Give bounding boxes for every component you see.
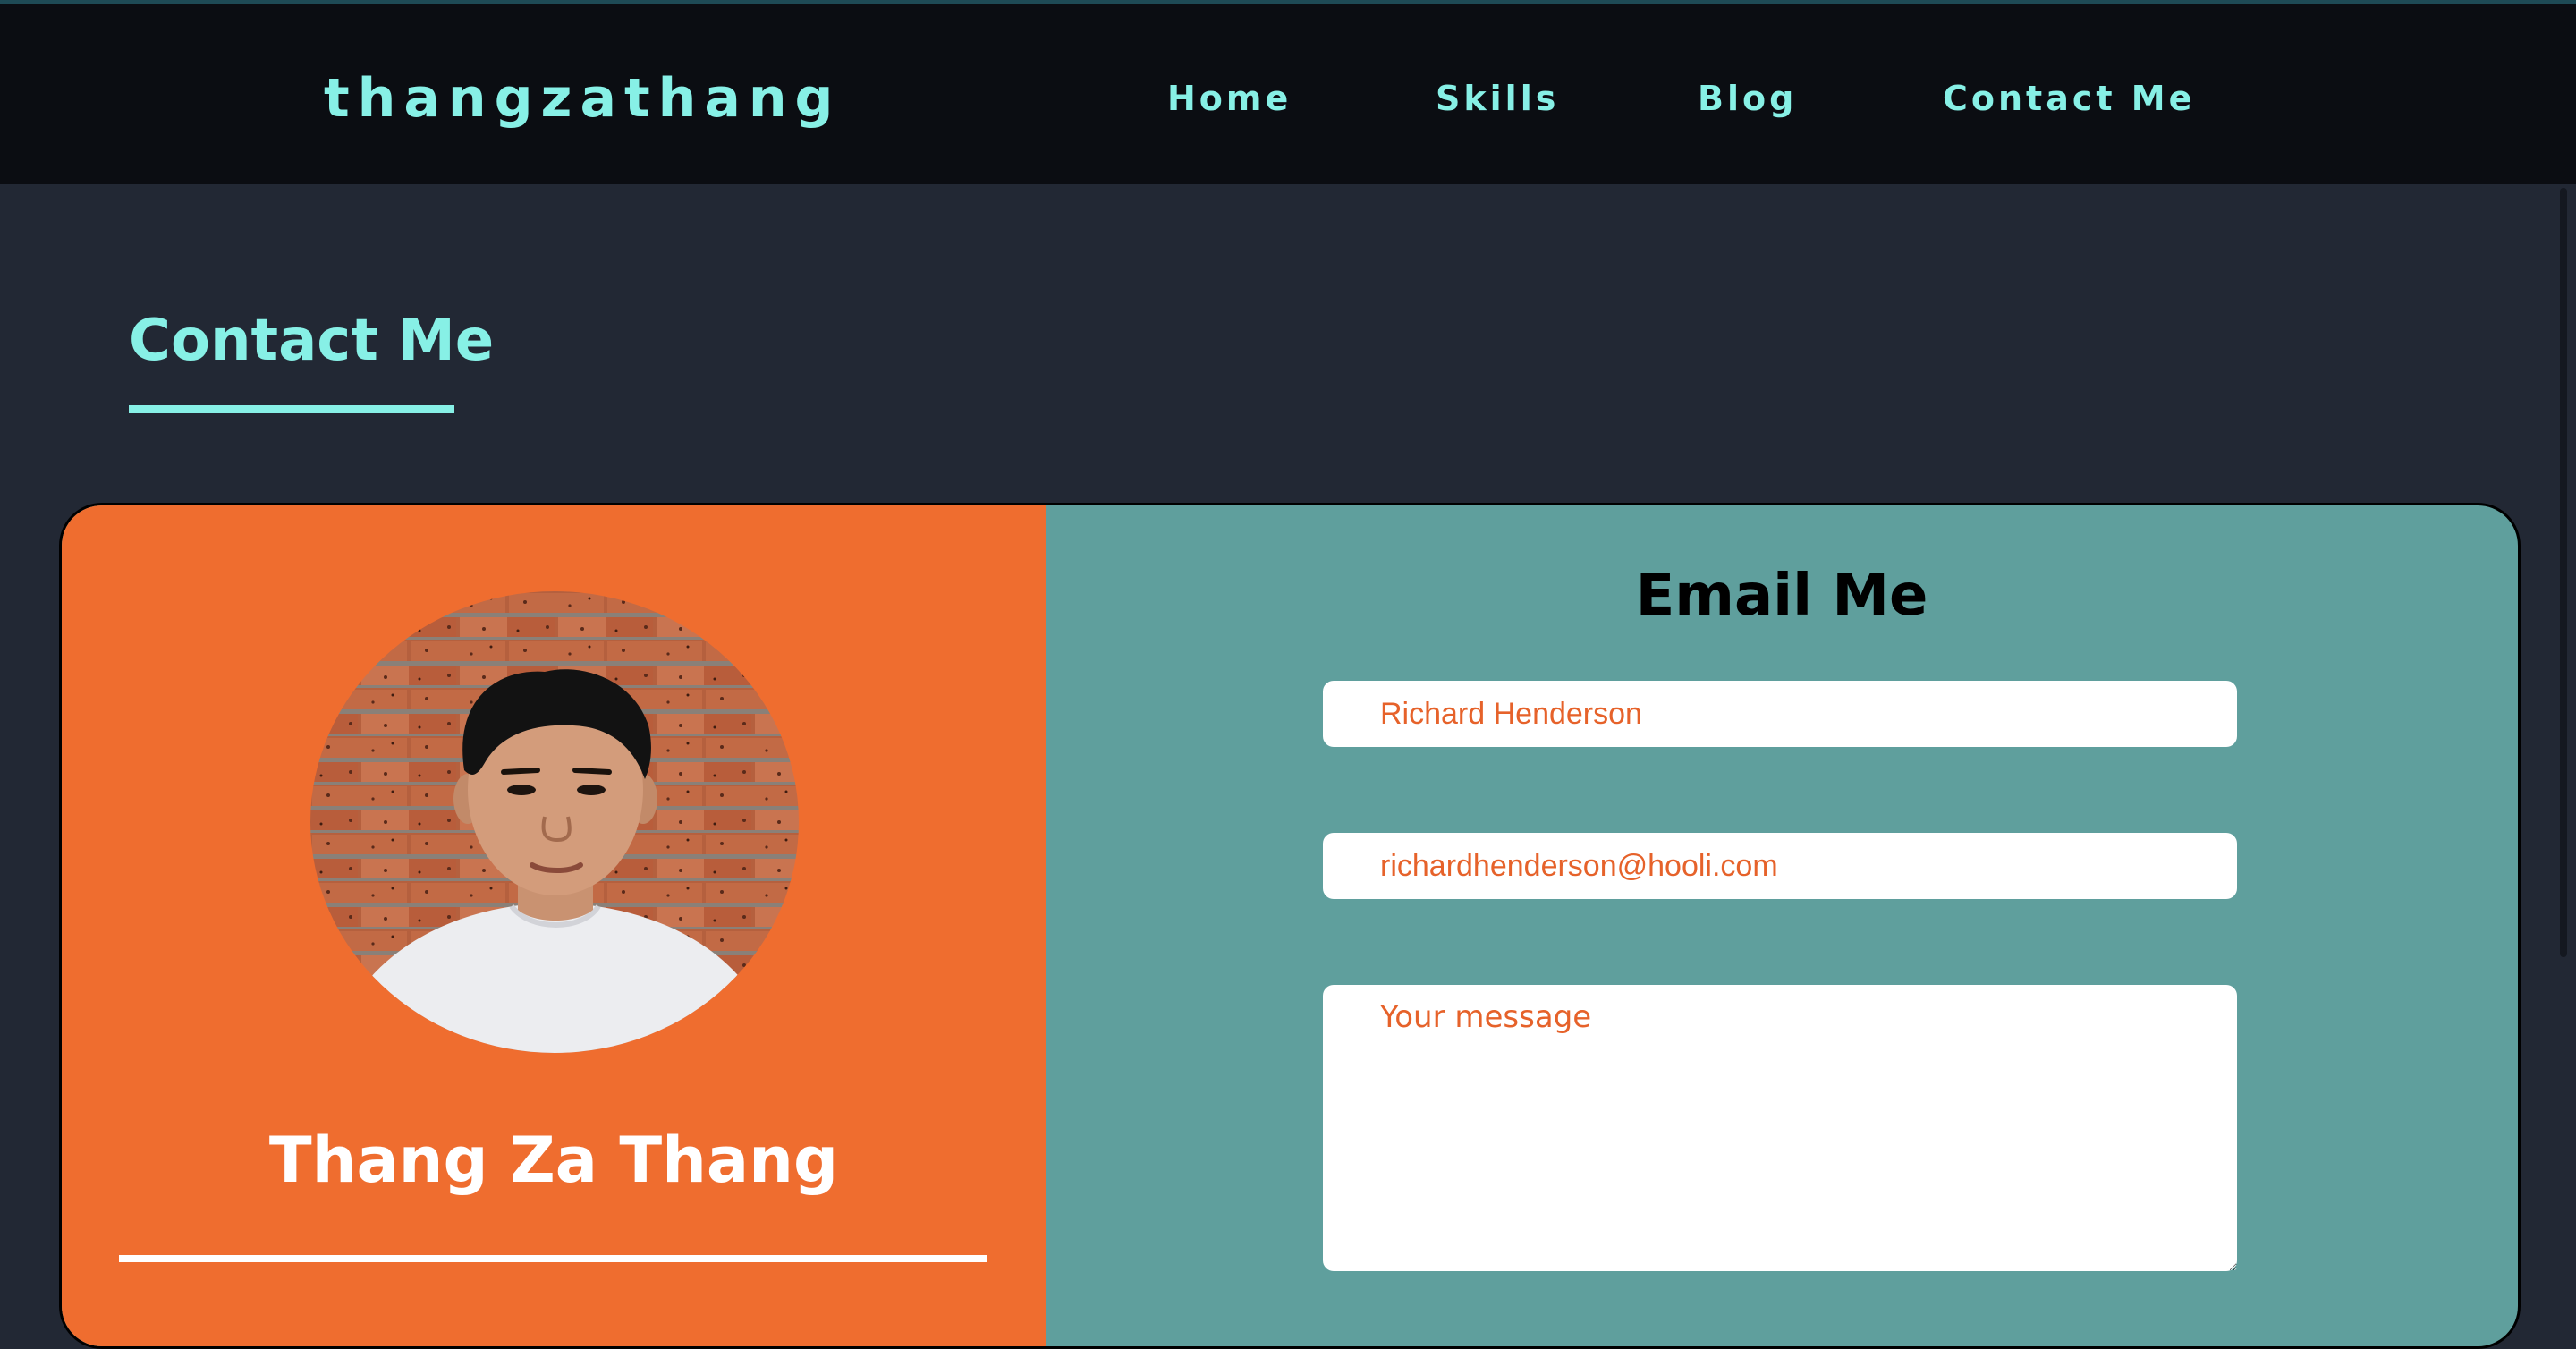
name-underline bbox=[119, 1255, 987, 1262]
message-textarea[interactable] bbox=[1323, 985, 2237, 1271]
profile-photo-icon bbox=[310, 591, 799, 1053]
avatar bbox=[310, 591, 799, 1053]
profile-panel: Thang Za Thang bbox=[62, 505, 1046, 1346]
title-underline bbox=[129, 405, 454, 413]
nav-link-contact[interactable]: Contact Me bbox=[1943, 75, 2195, 122]
scrollbar-thumb[interactable] bbox=[2560, 188, 2567, 957]
contact-card: Thang Za Thang Email Me bbox=[59, 503, 2521, 1349]
page-title: Contact Me bbox=[129, 308, 495, 374]
email-input[interactable] bbox=[1323, 833, 2237, 899]
profile-name: Thang Za Thang bbox=[268, 1124, 839, 1197]
nav-link-skills[interactable]: Skills bbox=[1436, 75, 1559, 122]
brand-logo[interactable]: thangzathang bbox=[324, 63, 842, 134]
nav-link-home[interactable]: Home bbox=[1167, 75, 1292, 122]
name-input[interactable] bbox=[1323, 681, 2237, 747]
nav-link-blog[interactable]: Blog bbox=[1698, 75, 1797, 122]
form-title: Email Me bbox=[1635, 563, 1928, 629]
navbar: thangzathang Home Skills Blog Contact Me bbox=[0, 4, 2576, 184]
